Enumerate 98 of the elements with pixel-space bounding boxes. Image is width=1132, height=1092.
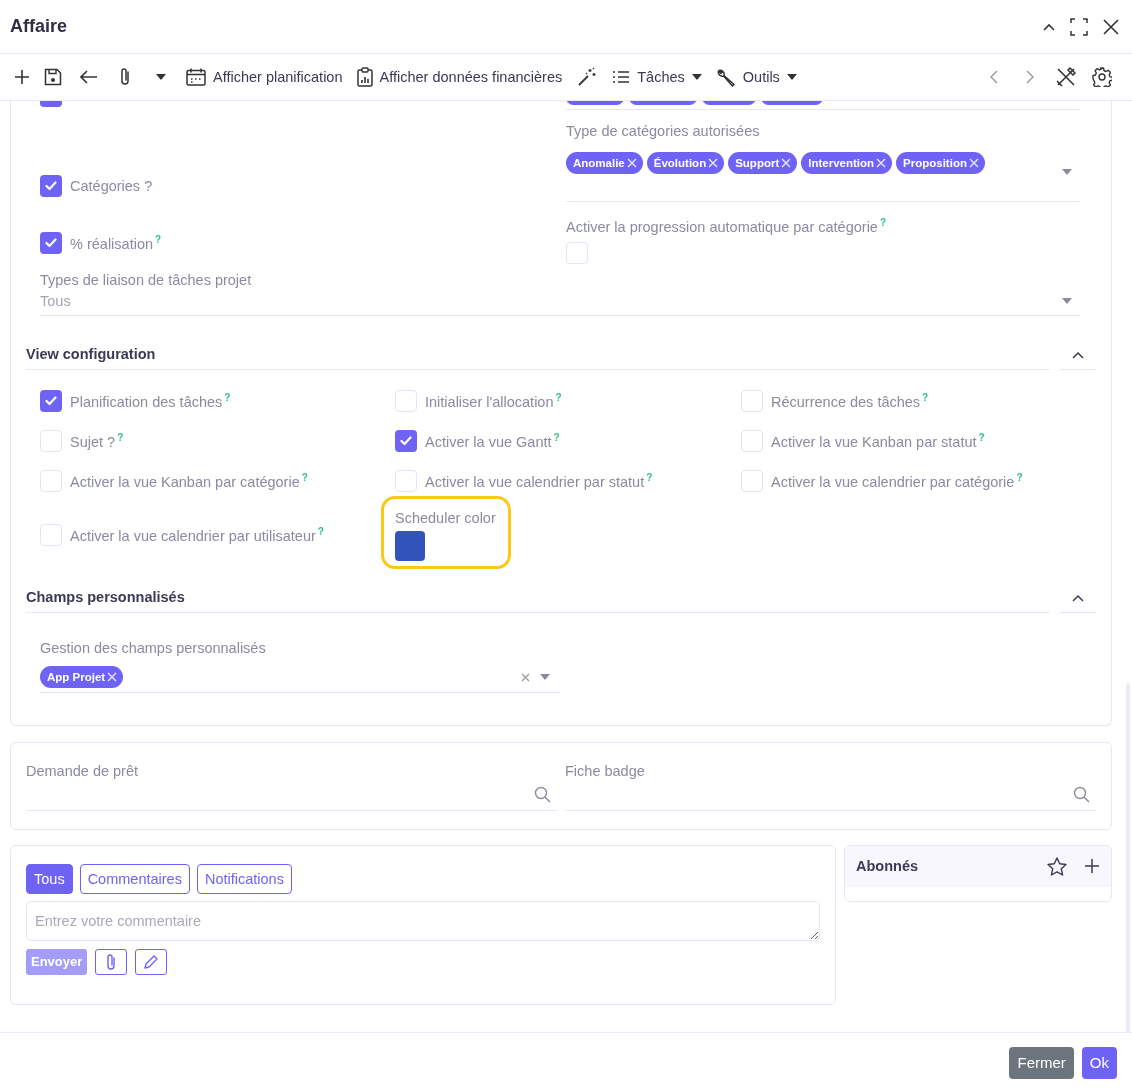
color-swatch[interactable] [395,530,425,561]
help-mark[interactable]: ? [646,471,653,483]
help-mark[interactable]: ? [1016,471,1023,483]
help-mark[interactable]: ? [555,391,562,403]
list-icon [612,70,631,84]
checkbox-label: Récurrence des tâches$^{?}$ [771,391,929,410]
checkbox-label: Activer la vue Gantt$^{?}$ [425,431,560,450]
checkbox[interactable] [40,524,62,547]
checkbox-label: Activer la vue calendrier par utilisateur$^{?}$ [70,526,324,545]
checkbox[interactable] [741,429,763,452]
checkbox[interactable] [40,429,62,452]
section-title: Champs personnalisés [26,588,1050,613]
tab[interactable]: Tous [26,863,73,894]
toolbar-button[interactable]: Afficher planification [179,61,350,93]
toolbar-button[interactable]: Tâches [605,61,709,93]
clipboard-chart-icon [356,67,373,87]
checkbox[interactable] [40,175,62,197]
section-title: View configuration [26,345,1050,370]
remove-icon[interactable] [107,672,118,683]
tag-chip: App Projet [40,666,124,689]
checkbox-label: % réalisation$^{?}$ [70,233,162,252]
remove-icon[interactable] [708,157,719,168]
star-icon[interactable] [1047,856,1067,876]
checkbox[interactable] [395,389,417,412]
field-label: Type de catégories autorisées [566,122,761,140]
checkbox-label: Activer la vue calendrier par catégorie$^{?}$ [771,471,1023,490]
comment-field[interactable]: Entrez votre commentaire [26,900,820,941]
field-label: Demande de prêt [26,762,140,779]
tag-chip: Support [728,151,798,174]
search-icon[interactable] [1073,785,1090,803]
help-mark[interactable]: ? [301,471,308,483]
paperclip-icon [106,952,117,971]
caret-icon [691,74,702,80]
caret-icon [786,74,797,80]
field-label: Activer la progression automatique par catégorie$^{?}$ [566,216,888,236]
check-icon [45,181,57,191]
checkbox[interactable] [741,469,763,492]
checkbox[interactable] [40,389,62,412]
check-icon [45,395,57,406]
close-button[interactable]: Fermer [1009,1046,1074,1079]
expand-icon[interactable] [1070,17,1088,36]
attach-button[interactable] [95,948,128,975]
collapse-icon[interactable] [1042,21,1056,32]
select-field[interactable]: Tous [40,287,1080,316]
help-mark[interactable]: ? [879,217,887,228]
help-mark[interactable]: ? [553,431,560,443]
checkbox[interactable] [566,241,588,264]
field-label: Fiche badge [565,762,646,779]
help-mark[interactable]: ? [922,391,929,403]
close-icon[interactable] [1102,17,1120,36]
help-mark[interactable]: ? [978,431,985,443]
checkbox[interactable] [741,389,763,412]
checkbox-label: Activer la vue Kanban par catégorie$^{?}$ [70,471,308,490]
field-label: Gestion des champs personnalisés [40,639,266,656]
toolbar-button[interactable]: Afficher données financières [349,61,570,93]
add-icon[interactable] [1085,859,1099,874]
checkbox-label: Sujet ?$^{?}$ [70,431,124,450]
toolbar-button[interactable]: Outils [708,61,804,93]
field-label: Scheduler color [395,509,497,526]
remove-icon[interactable] [626,157,637,168]
checkbox[interactable] [395,429,417,452]
checkbox-label: Activer la vue calendrier par statut$^{?}$ [425,471,653,490]
tag-chip: Évolution [646,151,725,174]
resize-grip-icon[interactable] [811,931,818,939]
help-mark[interactable]: ? [224,391,231,403]
calendar-icon [186,68,206,86]
chevron-icon[interactable] [1072,594,1084,603]
send-button[interactable]: Envoyer [26,948,88,975]
help-mark[interactable]: ? [117,431,124,443]
checkbox-label: Planification des tâches$^{?}$ [70,391,231,410]
tag-select-field[interactable]: Anomalie Évolution Support Intervention Proposition [566,150,1080,202]
window-title: Affaire [10,16,68,37]
checkbox-label: Activer la vue Kanban par statut$^{?}$ [771,431,985,450]
panel-title: Abonnés [856,858,920,875]
chevron-icon[interactable] [1072,351,1084,360]
tag-chip: Anomalie [566,151,643,174]
tab[interactable]: Notifications [196,863,292,894]
edit-button[interactable] [135,948,168,975]
clear-icon[interactable] [521,672,530,682]
check-icon [400,435,412,446]
pencil-icon [143,953,160,970]
help-mark[interactable]: ? [155,233,162,245]
checkbox[interactable] [40,469,62,492]
tab[interactable]: Commentaires [79,863,190,894]
check-icon [45,237,57,248]
search-icon[interactable] [534,785,551,803]
checkbox[interactable] [395,469,417,492]
checkbox-label: Catégories ? [70,178,153,194]
checkbox[interactable] [40,231,62,254]
remove-icon[interactable] [968,157,979,168]
ok-button[interactable]: Ok [1081,1046,1117,1079]
field-label: Types de liaison de tâches projet [40,271,253,288]
remove-icon[interactable] [781,157,792,168]
checkbox-label: Initialiser l'allocation$^{?}$ [425,391,562,410]
tag-chip: Intervention [801,151,893,174]
tag-chip: Proposition [896,151,985,174]
remove-icon[interactable] [876,157,887,168]
help-mark[interactable]: ? [317,526,324,538]
